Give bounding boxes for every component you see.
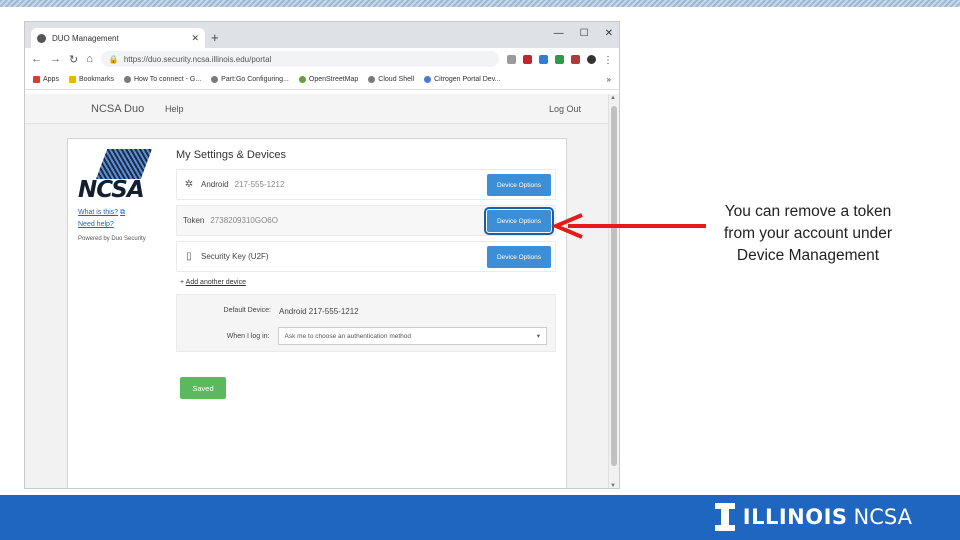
device-row-android: ✲ Android 217-555-1212 Device Options (176, 169, 556, 200)
top-stripe (0, 0, 960, 7)
plus-icon: + (180, 279, 185, 286)
device-name: Security Key (U2F) (201, 252, 269, 261)
window-controls: — ☐ ✕ (554, 28, 613, 39)
back-icon[interactable]: ← (31, 53, 42, 65)
android-icon: ✲ (184, 179, 194, 190)
extension-icon[interactable] (555, 54, 564, 64)
login-method-select[interactable]: Ask me to choose an authentication metho… (277, 327, 547, 345)
help-link[interactable]: Help (165, 104, 184, 114)
ncsa-logo: NCSA (78, 149, 158, 205)
browser-window: DUO Management ✕ + — ☐ ✕ ← → ↻ ⌂ 🔒 https… (24, 21, 620, 489)
logout-link[interactable]: Log Out (549, 104, 581, 114)
usb-key-icon: ▯ (186, 251, 192, 262)
device-name: Token (183, 216, 205, 225)
home-icon[interactable]: ⌂ (86, 53, 93, 65)
device-detail: 2738209310GO6O (210, 216, 278, 225)
bookmarks-more-icon[interactable]: » (607, 75, 611, 84)
device-row-token: Token 2738209310GO6O Device Options (176, 205, 556, 236)
device-detail: 217-555-1212 (234, 180, 285, 189)
when-login-label: When I log in: (226, 332, 270, 340)
logo-illinois-text: ILLINOIS (742, 505, 848, 529)
map-icon (298, 76, 306, 83)
forward-icon[interactable]: → (50, 53, 61, 65)
lock-icon: 🔒 (108, 54, 119, 64)
globe-icon (368, 76, 376, 83)
duo-header: NCSA Duo Help Log Out (25, 94, 609, 124)
bookmark-item[interactable]: Citrogen Portal Dev... (424, 76, 501, 83)
apps-icon (33, 76, 40, 83)
add-device-link[interactable]: Add another device (186, 279, 246, 286)
bookmark-item[interactable]: OpenStreetMap (298, 76, 358, 83)
star-icon[interactable] (507, 54, 516, 64)
globe-icon (211, 76, 219, 83)
what-is-this-link[interactable]: What is this? ⧉ (78, 209, 168, 217)
duo-brand[interactable]: NCSA Duo (91, 103, 144, 115)
block-i-icon (714, 503, 735, 531)
ublock-icon[interactable] (523, 54, 532, 64)
ncsa-logo-stripes (96, 149, 152, 179)
add-device-row: + Add another device (180, 279, 556, 286)
when-login-row: When I log in: Ask me to choose an authe… (187, 327, 547, 345)
footer-bar: ILLINOIS NCSA (0, 495, 960, 540)
devices-column: My Settings & Devices ✲ Android 217-555-… (176, 149, 556, 352)
bookmark-item[interactable]: Bookmarks (68, 76, 114, 83)
bookmark-item[interactable]: Cloud Shell (368, 76, 414, 83)
device-row-security-key: ▯ Security Key (U2F) Device Options (176, 241, 556, 272)
saved-button[interactable]: Saved (180, 377, 226, 399)
tab-title: DUO Management (52, 33, 119, 43)
settings-panel: NCSA What is this? ⧉ Need help? Powered b… (67, 138, 567, 488)
powered-by: Powered by Duo Security (78, 236, 146, 242)
address-bar[interactable]: 🔒 https://duo.security.ncsa.illinois.edu… (100, 51, 499, 67)
close-window-icon[interactable]: ✕ (605, 28, 613, 39)
scroll-up-icon[interactable]: ▲ (610, 95, 616, 101)
new-tab-button[interactable]: + (211, 30, 219, 45)
slide: DUO Management ✕ + — ☐ ✕ ← → ↻ ⌂ 🔒 https… (0, 0, 960, 540)
need-help-link[interactable]: Need help? (78, 221, 168, 228)
page-title: My Settings & Devices (176, 149, 287, 161)
duo-favicon-icon (37, 33, 46, 43)
illinois-ncsa-logo: ILLINOIS NCSA (714, 503, 912, 531)
tab-close-icon[interactable]: ✕ (191, 33, 199, 44)
select-value: Ask me to choose an authentication metho… (284, 332, 411, 340)
device-name: Android (201, 180, 229, 189)
url-text: https://duo.security.ncsa.illinois.edu/p… (123, 54, 272, 64)
bookmark-item[interactable]: Part:Go Configuring... (211, 76, 289, 83)
tab-strip: DUO Management ✕ + — ☐ ✕ (25, 22, 619, 48)
extensions: ⋮ (507, 54, 613, 66)
device-options-button[interactable]: Device Options (487, 174, 551, 196)
browser-toolbar: ← → ↻ ⌂ 🔒 https://duo.security.ncsa.illi… (25, 48, 619, 70)
folder-icon (68, 76, 76, 83)
avatar[interactable] (587, 54, 596, 64)
logo-ncsa-text: NCSA (853, 505, 912, 529)
extension-icon[interactable] (539, 54, 548, 64)
bookmark-item[interactable]: How To connect - G... (123, 76, 201, 83)
scroll-thumb[interactable] (611, 106, 617, 466)
red-arrow-icon (550, 213, 706, 239)
default-device-row: Default Device: Android 217-555-1212 (187, 307, 537, 316)
device-options-button[interactable]: Device Options (487, 246, 551, 268)
globe-icon (424, 76, 432, 83)
browser-tab[interactable]: DUO Management ✕ (31, 28, 205, 48)
minimize-icon[interactable]: — (554, 28, 564, 39)
ncsa-logo-text: NCSA (78, 177, 145, 203)
device-options-button[interactable]: Device Options (484, 207, 554, 235)
default-device-value: Android 217-555-1212 (279, 307, 359, 316)
extension-icon[interactable] (571, 54, 580, 64)
callout-text: You can remove a token from your account… (723, 203, 892, 264)
bookmark-item[interactable]: Apps (33, 76, 59, 83)
preferences-box: Default Device: Android 217-555-1212 Whe… (176, 294, 556, 352)
menu-icon[interactable]: ⋮ (603, 55, 613, 66)
bookmarks-bar: Apps Bookmarks How To connect - G... Par… (25, 70, 619, 90)
left-sidebar: NCSA What is this? ⧉ Need help? Powered b… (78, 149, 168, 242)
scrollbar[interactable]: ▲ ▼ (608, 94, 619, 488)
page-content: NCSA Duo Help Log Out NCSA What is this?… (25, 94, 609, 488)
default-device-label: Default Device: (223, 307, 271, 314)
maximize-icon[interactable]: ☐ (580, 28, 589, 39)
dropdown-arrow-icon: ▾ (536, 333, 540, 340)
external-link-icon: ⧉ (120, 209, 126, 216)
scroll-down-icon[interactable]: ▼ (610, 483, 616, 488)
reload-icon[interactable]: ↻ (69, 53, 78, 66)
globe-icon (123, 76, 131, 83)
